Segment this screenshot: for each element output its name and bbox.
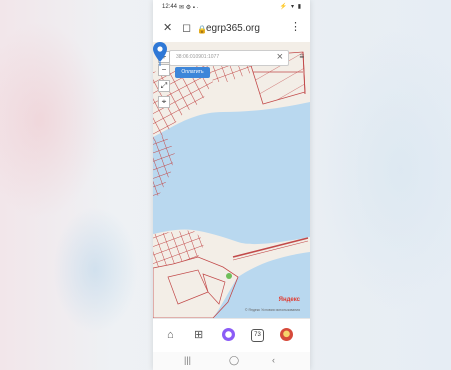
close-icon[interactable]: ✕ [163, 22, 172, 34]
tabs-counter-button[interactable]: 73 [251, 329, 264, 342]
status-time: 12:44 [162, 4, 178, 10]
map-attribution[interactable]: Яндекс [279, 297, 300, 303]
layers-icon[interactable]: ≡ [299, 52, 304, 61]
browser-bottom-nav: ⌂ ⊞ 73 [153, 318, 310, 353]
url-text[interactable]: egrp365.org [206, 23, 260, 34]
profile-avatar-icon[interactable] [280, 328, 293, 341]
bookmark-icon[interactable]: ◻ [182, 22, 191, 34]
clear-icon[interactable]: × [277, 51, 283, 64]
menu-icon[interactable]: ⋮ [290, 21, 301, 33]
locate-button[interactable]: ⌖ [158, 96, 170, 108]
notification-icons: ✉ ⚙ ▪ · [179, 5, 199, 11]
map-pin-icon[interactable] [153, 42, 167, 66]
browser-address-bar: ✕ ◻ 🔒 egrp365.org ⋮ [153, 14, 310, 42]
cadastral-search-input[interactable] [176, 54, 266, 60]
system-status-icons: ⚡ ▾ ▮ [279, 4, 302, 10]
system-home-icon[interactable]: ◯ [229, 355, 239, 365]
status-bar: 12:44 ✉ ⚙ ▪ · ⚡ ▾ ▮ [153, 0, 310, 14]
apps-icon[interactable]: ⊞ [194, 329, 203, 341]
android-system-nav: ||| ◯ ‹ [153, 352, 310, 370]
cadastral-map[interactable]: × ≡ Оплатить + − ⤢ ⌖ Яндекс © Яндекс Усл… [153, 42, 310, 318]
green-marker [226, 273, 232, 279]
map-canvas[interactable] [153, 42, 310, 318]
phone-screen: 12:44 ✉ ⚙ ▪ · ⚡ ▾ ▮ ✕ ◻ 🔒 egrp365.org ⋮ [153, 0, 310, 370]
fullscreen-button[interactable]: ⤢ [158, 80, 170, 92]
recent-apps-icon[interactable]: ||| [184, 355, 191, 365]
back-icon[interactable]: ‹ [272, 355, 275, 365]
map-copyright[interactable]: © Яндекс Условия использования [245, 308, 300, 312]
alice-assistant-icon[interactable] [222, 328, 235, 341]
map-search-box: × [169, 50, 289, 66]
home-icon[interactable]: ⌂ [167, 329, 174, 341]
pay-button[interactable]: Оплатить [175, 67, 210, 78]
